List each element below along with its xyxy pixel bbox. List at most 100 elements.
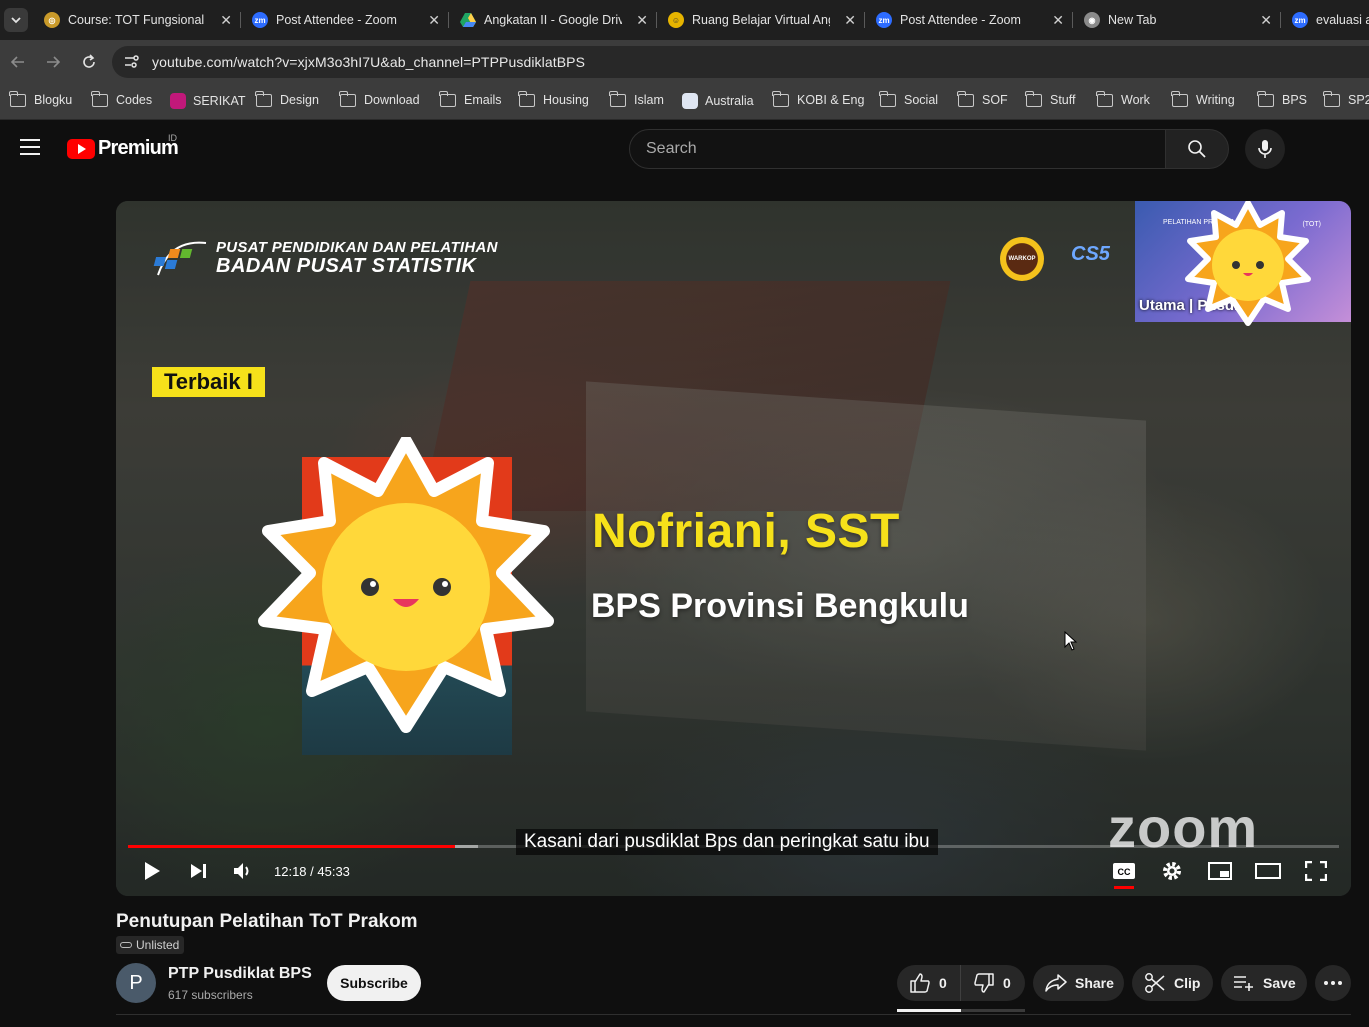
browser-tab[interactable]: ☺ Ruang Belajar Virtual Angkatan ✕ bbox=[658, 0, 864, 40]
save-playlist-icon bbox=[1234, 976, 1253, 991]
like-button[interactable]: 0 bbox=[897, 965, 961, 1001]
captions-button[interactable]: CC bbox=[1110, 857, 1138, 885]
bookmark-australia[interactable]: Australia bbox=[682, 93, 754, 109]
bps-logo bbox=[153, 241, 207, 276]
forward-button[interactable] bbox=[41, 50, 65, 74]
progress-played bbox=[128, 845, 456, 848]
more-actions-button[interactable] bbox=[1315, 965, 1351, 1001]
tab-title: evaluasi ar bbox=[1316, 13, 1369, 27]
search-input[interactable] bbox=[646, 140, 1146, 158]
captions-active-indicator bbox=[1114, 886, 1134, 889]
subscriber-count: 617 subscribers bbox=[168, 988, 253, 1002]
volume-icon bbox=[234, 863, 249, 879]
bookmark-stuff[interactable]: Stuff bbox=[1025, 90, 1075, 107]
bookmark-emails[interactable]: Emails bbox=[439, 90, 502, 107]
play-button[interactable] bbox=[138, 857, 166, 885]
close-tab-icon[interactable]: ✕ bbox=[1260, 12, 1272, 29]
youtube-play-icon bbox=[67, 138, 95, 159]
address-bar: youtube.com/watch?v=xjxM3o3hI7U&ab_chann… bbox=[0, 40, 1369, 84]
url-text[interactable]: youtube.com/watch?v=xjxM3o3hI7U&ab_chann… bbox=[152, 54, 585, 70]
channel-avatar[interactable]: P bbox=[116, 963, 156, 1003]
video-player[interactable]: PUSAT PENDIDIKAN DAN PELATIHAN BADAN PUS… bbox=[116, 201, 1351, 896]
folder-icon bbox=[1025, 90, 1042, 107]
clip-button[interactable]: Clip bbox=[1132, 965, 1213, 1001]
bookmark-sof[interactable]: SOF bbox=[957, 90, 1008, 107]
mute-button[interactable] bbox=[230, 857, 258, 885]
tab-title: Post Attendee - Zoom bbox=[276, 13, 397, 27]
sun-sticker-icon bbox=[258, 437, 554, 733]
sun-sticker-icon bbox=[1185, 201, 1311, 326]
logo-text: Premium bbox=[98, 137, 179, 159]
site-info-icon[interactable] bbox=[122, 53, 140, 71]
microphone-icon bbox=[1258, 140, 1272, 158]
channel-name[interactable]: PTP Pusdiklat BPS bbox=[168, 965, 312, 983]
theater-mode-button[interactable] bbox=[1254, 857, 1282, 885]
reload-icon bbox=[83, 54, 95, 68]
bookmark-kobi-eng[interactable]: KOBI & Eng bbox=[772, 90, 864, 107]
thumbs-down-icon bbox=[974, 973, 994, 993]
bookmark-download[interactable]: Download bbox=[339, 90, 420, 107]
moodle-icon: ◎ bbox=[44, 12, 60, 28]
bookmark-writing[interactable]: Writing bbox=[1171, 90, 1235, 107]
participant-office: BPS Provinsi Bengkulu bbox=[591, 587, 969, 625]
like-dislike-group: 0 0 bbox=[897, 965, 1025, 1001]
settings-button[interactable] bbox=[1158, 857, 1186, 885]
folder-icon bbox=[1096, 90, 1113, 107]
omnibox[interactable]: youtube.com/watch?v=xjxM3o3hI7U&ab_chann… bbox=[112, 46, 1369, 78]
dislike-count: 0 bbox=[1003, 975, 1011, 991]
browser-tab[interactable]: ◎ Course: TOT Fungsional Prakom ✕ bbox=[34, 0, 240, 40]
bookmark-blogku[interactable]: Blogku bbox=[9, 90, 72, 107]
bookmark-social[interactable]: Social bbox=[879, 90, 938, 107]
close-tab-icon[interactable]: ✕ bbox=[844, 12, 856, 29]
back-button[interactable] bbox=[6, 50, 30, 74]
time-display: 12:18 / 45:33 bbox=[274, 864, 350, 879]
bookmark-sp2[interactable]: SP2 bbox=[1323, 90, 1369, 107]
arrow-right-icon bbox=[47, 56, 61, 68]
youtube-logo[interactable]: Premium bbox=[67, 137, 179, 160]
subscribe-button[interactable]: Subscribe bbox=[327, 965, 421, 1001]
reload-button[interactable] bbox=[77, 50, 101, 74]
next-button[interactable] bbox=[184, 857, 212, 885]
org-name-line2: BADAN PUSAT STATISTIK bbox=[216, 255, 477, 277]
share-button[interactable]: Share bbox=[1033, 965, 1124, 1001]
bookmark-islam[interactable]: Islam bbox=[609, 90, 664, 107]
country-code: ID bbox=[168, 133, 177, 143]
fullscreen-button[interactable] bbox=[1302, 857, 1330, 885]
thumbs-up-icon bbox=[910, 973, 930, 993]
close-tab-icon[interactable]: ✕ bbox=[220, 12, 232, 29]
chrome-icon: ◉ bbox=[1084, 12, 1100, 28]
miniplayer-button[interactable] bbox=[1206, 857, 1234, 885]
folder-icon bbox=[9, 90, 26, 107]
tab-search-button[interactable] bbox=[4, 8, 28, 32]
browser-tab[interactable]: zm evaluasi ar bbox=[1282, 0, 1369, 40]
search-button[interactable] bbox=[1165, 129, 1229, 169]
tab-title: Ruang Belajar Virtual Angkatan bbox=[692, 13, 830, 27]
tab-title: New Tab bbox=[1108, 13, 1157, 27]
close-tab-icon[interactable]: ✕ bbox=[1052, 12, 1064, 29]
folder-icon bbox=[879, 90, 896, 107]
like-ratio-fill bbox=[897, 1009, 961, 1012]
close-tab-icon[interactable]: ✕ bbox=[428, 12, 440, 29]
browser-tab[interactable]: zm Post Attendee - Zoom ✕ bbox=[242, 0, 448, 40]
browser-tab[interactable]: zm Post Attendee - Zoom ✕ bbox=[866, 0, 1072, 40]
save-button[interactable]: Save bbox=[1221, 965, 1307, 1001]
menu-icon[interactable] bbox=[20, 139, 40, 155]
folder-icon bbox=[1323, 90, 1340, 107]
bookmark-design[interactable]: Design bbox=[255, 90, 319, 107]
voice-search-button[interactable] bbox=[1245, 129, 1285, 169]
browser-tab[interactable]: ◉ New Tab ✕ bbox=[1074, 0, 1280, 40]
close-tab-icon[interactable]: ✕ bbox=[636, 12, 648, 29]
folder-icon bbox=[91, 90, 108, 107]
bookmark-codes[interactable]: Codes bbox=[91, 90, 152, 107]
tab-title: Angkatan II - Google Drive bbox=[484, 13, 622, 27]
bookmark-bps[interactable]: BPS bbox=[1257, 90, 1307, 107]
browser-tab[interactable]: Angkatan II - Google Drive ✕ bbox=[450, 0, 656, 40]
bookmark-work[interactable]: Work bbox=[1096, 90, 1150, 107]
tab-title: Course: TOT Fungsional Prakom bbox=[68, 13, 206, 27]
bookmark-serikat[interactable]: SERIKAT bbox=[170, 93, 246, 109]
search-box bbox=[629, 129, 1166, 169]
fullscreen-icon bbox=[1305, 861, 1327, 881]
dislike-button[interactable]: 0 bbox=[961, 965, 1011, 1001]
folder-icon bbox=[1171, 90, 1188, 107]
bookmark-housing[interactable]: Housing bbox=[518, 90, 589, 107]
